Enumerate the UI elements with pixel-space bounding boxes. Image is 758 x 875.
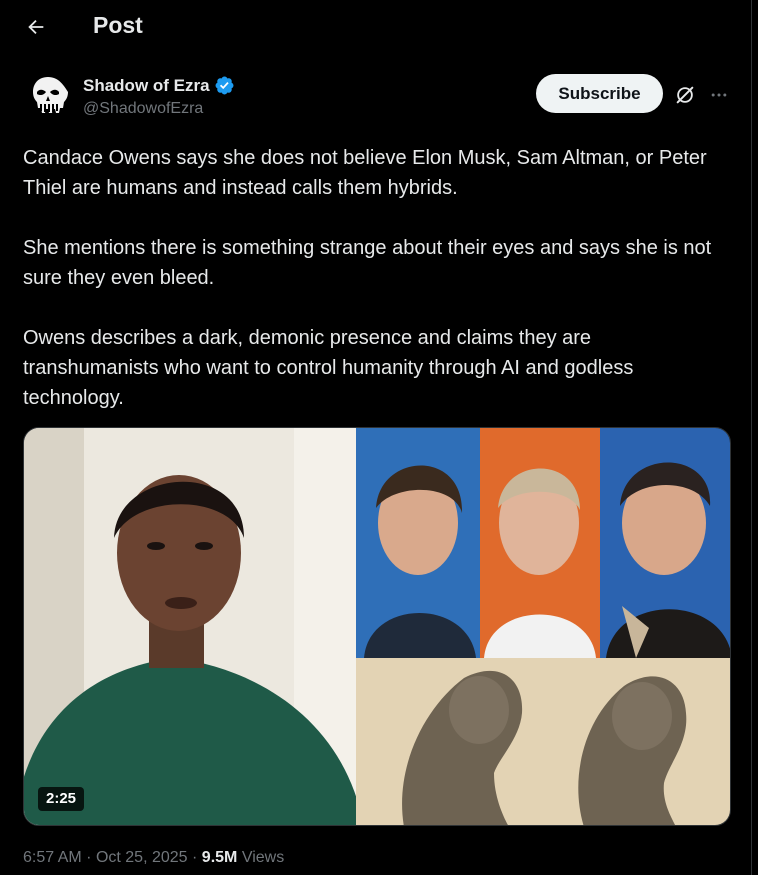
- video-player[interactable]: [23, 427, 731, 826]
- post-header: Post: [0, 0, 752, 53]
- meta-separator: ·: [192, 849, 198, 866]
- views-label: Views: [241, 849, 285, 866]
- meta-separator: ·: [86, 849, 92, 866]
- video-thumbnail: [24, 428, 730, 825]
- author-display-name[interactable]: Shadow of Ezra: [83, 76, 210, 96]
- post-metadata: 6:57 AM · Oct 25, 2025 · 9.5M Views: [23, 849, 284, 867]
- back-arrow-icon: [28, 19, 44, 35]
- post-column: Post Shadow of Ezra @ShadowofEzra Subscr…: [0, 0, 752, 875]
- author-name-row: Shadow of Ezra: [83, 75, 235, 96]
- more-options-button[interactable]: [704, 80, 734, 110]
- tweet-text: Candace Owens says she does not believe …: [23, 143, 723, 443]
- video-duration-badge: 2:25: [38, 787, 85, 811]
- avatar[interactable]: [24, 72, 72, 120]
- punisher-skull-icon: [33, 77, 68, 113]
- more-dots-icon: [711, 93, 727, 97]
- tweet-paragraph: She mentions there is something strange …: [23, 237, 712, 289]
- grok-icon: [676, 86, 694, 104]
- grok-button[interactable]: [670, 80, 700, 110]
- subscribe-button[interactable]: Subscribe: [536, 74, 663, 113]
- tweet-paragraph: Candace Owens says she does not believe …: [23, 147, 707, 199]
- tweet-paragraph: Owens describes a dark, demonic presence…: [23, 327, 634, 409]
- page-title: Post: [93, 12, 143, 38]
- views-count: 9.5M: [201, 849, 238, 866]
- back-button[interactable]: [18, 9, 54, 45]
- verified-badge-icon[interactable]: [214, 75, 235, 96]
- post-time[interactable]: 6:57 AM: [23, 849, 82, 866]
- author-handle[interactable]: @ShadowofEzra: [83, 100, 203, 118]
- post-date[interactable]: Oct 25, 2025: [96, 849, 188, 866]
